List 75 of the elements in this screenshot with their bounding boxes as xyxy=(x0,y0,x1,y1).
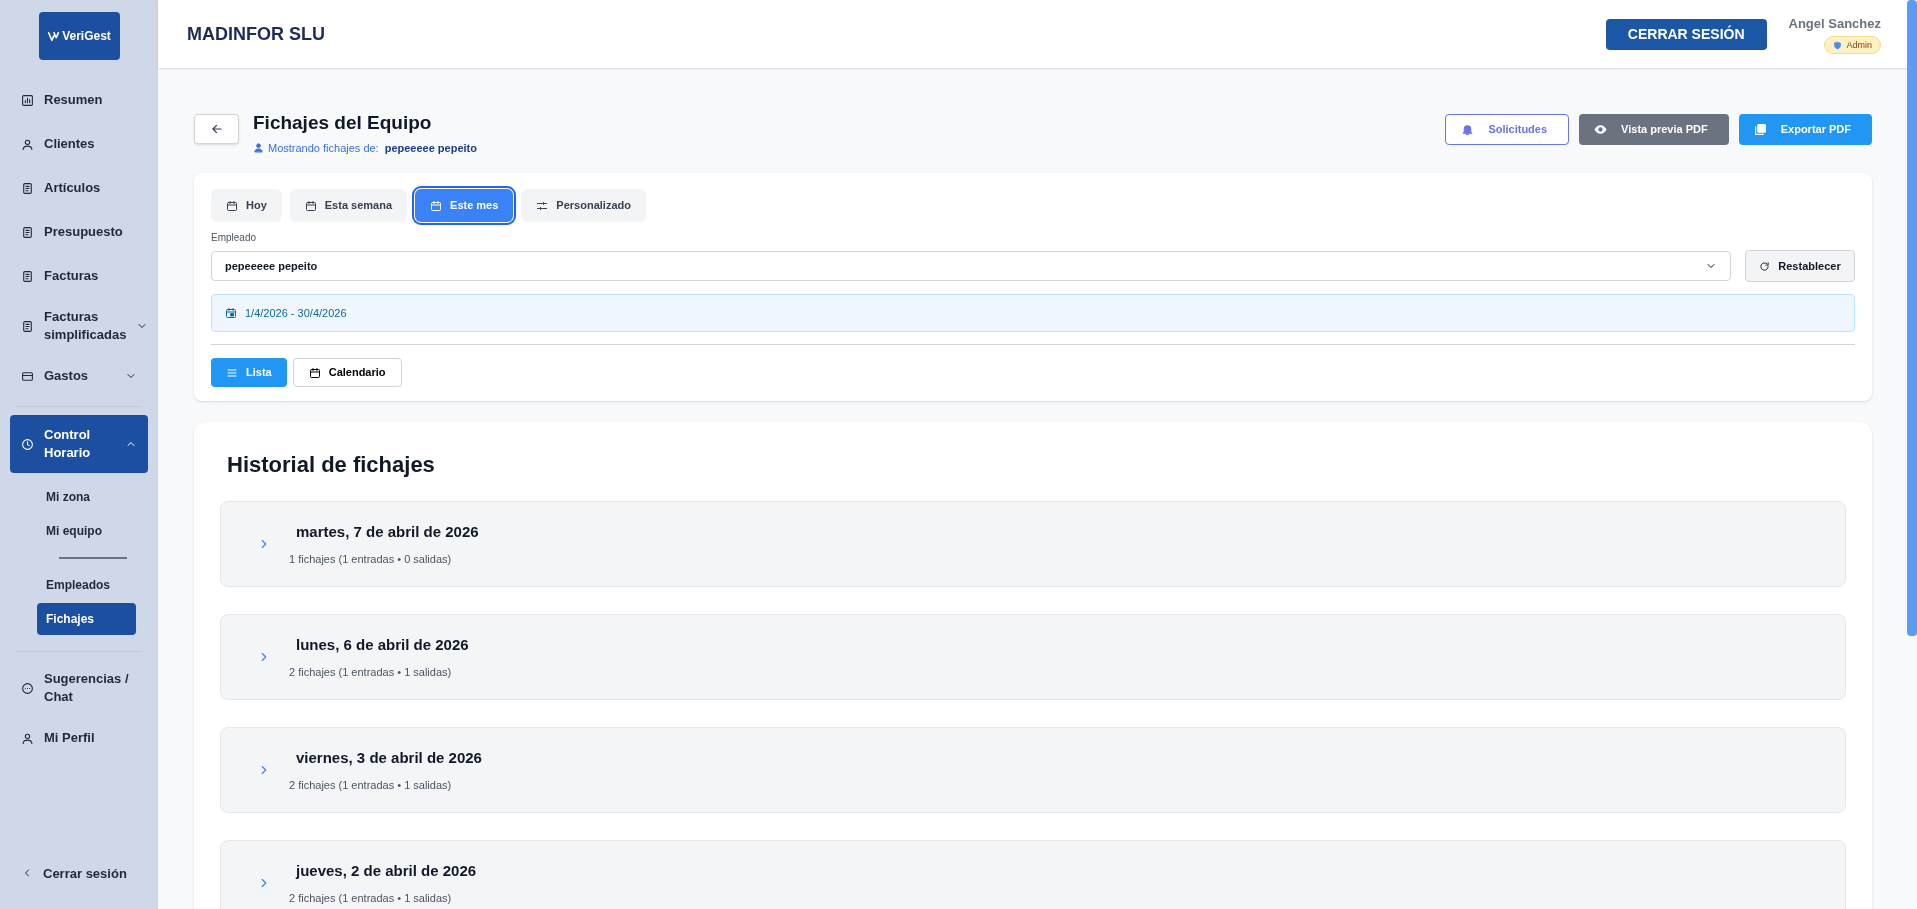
day-row[interactable]: martes, 7 de abril de 2026 1 fichajes (1 entradas • 0 salidas) xyxy=(220,501,1846,587)
logout-button[interactable]: CERRAR SESIÓN xyxy=(1605,18,1767,50)
submenu-item[interactable]: Mi zona xyxy=(37,481,136,513)
logout-link[interactable]: Cerrar sesión xyxy=(10,857,148,889)
logo-text: VeriGest xyxy=(62,28,111,45)
wallet-icon xyxy=(21,369,34,383)
section-title: Historial de fichajes xyxy=(227,451,436,479)
sidebar-item[interactable]: Artículos xyxy=(10,166,148,210)
field-label: Empleado xyxy=(211,231,258,245)
v-mark-icon xyxy=(47,29,61,43)
person-icon xyxy=(21,137,34,151)
sidebar-item[interactable]: Gastos xyxy=(10,354,148,398)
document-icon xyxy=(21,181,34,195)
subtitle-label: Mostrando fichajes de: xyxy=(268,140,379,156)
company-name: MADINFOR SLU xyxy=(187,22,326,46)
document-icon xyxy=(21,225,34,239)
sidebar-item[interactable]: Facturas simplificadas xyxy=(10,298,148,354)
sidebar-item[interactable]: Mi Perfil xyxy=(10,716,148,760)
refresh-icon xyxy=(1759,260,1771,272)
sidebar-item[interactable]: Sugerencias / Chat xyxy=(10,660,148,716)
day-row[interactable]: jueves, 2 de abril de 2026 2 fichajes (1 entradas • 1 salidas) xyxy=(220,840,1846,909)
calendar-icon xyxy=(430,199,443,212)
calendar-icon xyxy=(308,366,321,379)
day-date: lunes, 6 de abril de 2026 xyxy=(296,634,469,655)
scrollbar-thumb[interactable] xyxy=(1907,0,1917,636)
list-icon xyxy=(226,366,238,379)
reset-button[interactable]: Restablecer xyxy=(1745,250,1855,282)
bar-chart-icon xyxy=(21,93,34,107)
role-badge: Admin xyxy=(1824,36,1881,55)
employee-name: pepeeeee pepeito xyxy=(384,140,477,156)
page-title: Fichajes del Equipo xyxy=(253,111,433,135)
day-date: jueves, 2 de abril de 2026 xyxy=(296,860,477,881)
submenu-item[interactable]: Mi equipo xyxy=(37,515,136,547)
day-summary: 2 fichajes (1 entradas • 1 salidas) xyxy=(289,665,453,680)
logo[interactable]: VeriGest xyxy=(38,12,120,60)
sidebar-item[interactable]: Presupuesto xyxy=(10,210,148,254)
day-date: martes, 7 de abril de 2026 xyxy=(296,521,479,542)
back-arrow-icon xyxy=(209,122,224,136)
calendar-icon xyxy=(226,199,238,212)
document-icon xyxy=(21,319,34,333)
view-toggle[interactable]: Calendario xyxy=(292,358,402,387)
action-button[interactable]: Vista previa PDF xyxy=(1579,114,1729,145)
day-row[interactable]: lunes, 6 de abril de 2026 2 fichajes (1 entradas • 1 salidas) xyxy=(220,614,1846,700)
sidebar-item[interactable]: Clientes xyxy=(10,122,148,166)
period-tab[interactable]: Hoy xyxy=(211,189,282,222)
day-summary: 2 fichajes (1 entradas • 1 salidas) xyxy=(289,891,453,906)
day-row[interactable]: viernes, 3 de abril de 2026 2 fichajes (1 entradas • 1 salidas) xyxy=(220,727,1846,813)
day-summary: 1 fichajes (1 entradas • 0 salidas) xyxy=(289,552,453,567)
chat-icon xyxy=(21,681,34,695)
employee-select[interactable]: pepeeeee pepeito xyxy=(211,251,1731,281)
submenu-item[interactable]: Empleados xyxy=(37,569,136,601)
user-name: Angel Sanchez xyxy=(1788,14,1881,33)
calendar-icon xyxy=(225,307,237,319)
submenu-item[interactable]: Fichajes xyxy=(37,603,136,635)
period-tab[interactable]: Este mes xyxy=(415,189,514,222)
document-stack-icon xyxy=(1753,123,1767,136)
eye-icon xyxy=(1594,123,1608,136)
day-date: viernes, 3 de abril de 2026 xyxy=(296,747,482,768)
sliders-icon xyxy=(536,199,549,212)
calendar-icon xyxy=(304,199,317,212)
period-tab[interactable]: Personalizado xyxy=(521,189,646,222)
sidebar-item[interactable]: Resumen xyxy=(10,78,148,122)
action-button[interactable]: Solicitudes xyxy=(1445,114,1570,145)
clock-icon xyxy=(21,437,34,451)
shield-icon xyxy=(1833,40,1843,50)
bell-icon xyxy=(1461,123,1475,136)
day-summary: 2 fichajes (1 entradas • 1 salidas) xyxy=(289,778,453,793)
date-range-banner: 1/4/2026 - 30/4/2026 xyxy=(211,294,1855,332)
back-button[interactable] xyxy=(194,114,239,144)
period-tab[interactable]: Esta semana xyxy=(289,189,408,222)
sidebar-item[interactable]: Control Horario xyxy=(10,415,148,473)
person-icon xyxy=(253,142,264,154)
document-icon xyxy=(21,269,34,283)
sidebar-item[interactable]: Facturas xyxy=(10,254,148,298)
person-icon xyxy=(21,731,34,745)
